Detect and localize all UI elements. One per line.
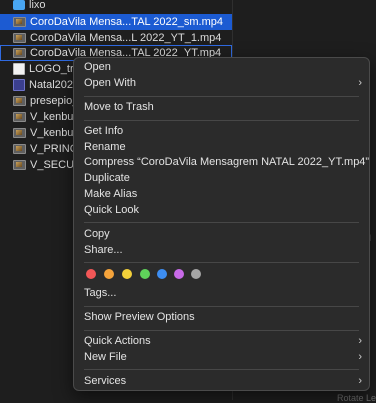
tag-blue-dot[interactable] [157, 269, 167, 279]
menu-item-label: New File [84, 351, 127, 363]
menu-item-open-with[interactable]: Open With › [79, 75, 364, 91]
menu-item-move-to-trash[interactable]: Move to Trash [79, 99, 364, 115]
file-row-lixo[interactable]: lixo [0, 0, 232, 13]
menu-item-label: Share... [84, 244, 123, 256]
menu-item-label: Show Preview Options [84, 311, 195, 323]
file-name: lixo [29, 0, 46, 11]
tag-gray-dot[interactable] [191, 269, 201, 279]
file-name: CoroDaVila Mensa...TAL 2022_sm.mp4 [30, 16, 223, 28]
menu-separator [84, 222, 359, 223]
menu-item-quick-actions[interactable]: Quick Actions › [79, 333, 364, 349]
file-name: presepio_ [30, 95, 79, 107]
image-file-icon [13, 63, 25, 75]
menu-item-get-info[interactable]: Get Info [79, 123, 364, 139]
menu-item-open[interactable]: Open [79, 59, 364, 75]
menu-separator [84, 262, 359, 263]
tag-orange-dot[interactable] [104, 269, 114, 279]
menu-item-label: Move to Trash [84, 101, 154, 113]
file-name: Natal2022 [29, 79, 80, 91]
tag-red-dot[interactable] [86, 269, 96, 279]
context-menu: Open Open With › Move to Trash Get Info … [73, 57, 370, 391]
menu-item-label: Services [84, 375, 127, 387]
tag-green-dot[interactable] [140, 269, 150, 279]
file-row-selected[interactable]: CoroDaVila Mensa...TAL 2022_sm.mp4 [0, 14, 232, 30]
chevron-right-icon: › [358, 335, 362, 347]
file-row[interactable]: CoroDaVila Mensa...L 2022_YT_1.mp4 [0, 30, 232, 46]
menu-item-label: Get Info [84, 125, 124, 137]
tag-yellow-dot[interactable] [122, 269, 132, 279]
rotate-left-button[interactable]: Rotate Le [337, 393, 376, 403]
menu-separator [84, 330, 359, 331]
chevron-right-icon: › [358, 351, 362, 363]
file-name: CoroDaVila Mensa...L 2022_YT_1.mp4 [30, 32, 222, 44]
video-file-icon [13, 96, 26, 106]
menu-separator [84, 96, 359, 97]
menu-item-copy[interactable]: Copy [79, 226, 364, 242]
chevron-right-icon: › [358, 375, 362, 387]
menu-item-label: Open With [84, 77, 136, 89]
menu-item-new-file[interactable]: New File › [79, 349, 364, 365]
video-file-icon [13, 128, 26, 138]
menu-item-make-alias[interactable]: Make Alias [79, 186, 364, 202]
video-file-icon [13, 144, 26, 154]
menu-item-services[interactable]: Services › [79, 373, 364, 389]
menu-item-label: Open [84, 61, 111, 73]
video-file-icon [13, 112, 26, 122]
menu-item-label: Compress “CoroDaVila Mensagrem NATAL 202… [84, 156, 370, 168]
menu-item-label: Rename [84, 141, 126, 153]
menu-item-rename[interactable]: Rename [79, 139, 364, 155]
video-file-icon [13, 17, 26, 27]
menu-item-label: Copy [84, 228, 110, 240]
menu-item-compress[interactable]: Compress “CoroDaVila Mensagrem NATAL 202… [79, 154, 369, 170]
menu-separator [84, 306, 359, 307]
menu-item-share[interactable]: Share... [79, 242, 364, 258]
video-file-icon [13, 33, 26, 43]
folder-icon [13, 0, 25, 10]
video-file-icon [13, 48, 26, 58]
menu-item-label: Quick Look [84, 204, 140, 216]
menu-separator [84, 369, 359, 370]
menu-item-label: Quick Actions [84, 335, 151, 347]
menu-item-show-preview-options[interactable]: Show Preview Options [79, 309, 364, 325]
document-file-icon [13, 79, 25, 91]
menu-item-label: Make Alias [84, 188, 138, 200]
menu-item-quick-look[interactable]: Quick Look [79, 202, 364, 218]
video-file-icon [13, 160, 26, 170]
menu-item-duplicate[interactable]: Duplicate [79, 170, 364, 186]
menu-item-label: Duplicate [84, 172, 130, 184]
chevron-right-icon: › [358, 77, 362, 89]
menu-item-label: Tags... [84, 287, 117, 299]
menu-separator [84, 120, 359, 121]
menu-item-tags[interactable]: Tags... [79, 285, 364, 301]
tag-purple-dot[interactable] [174, 269, 184, 279]
